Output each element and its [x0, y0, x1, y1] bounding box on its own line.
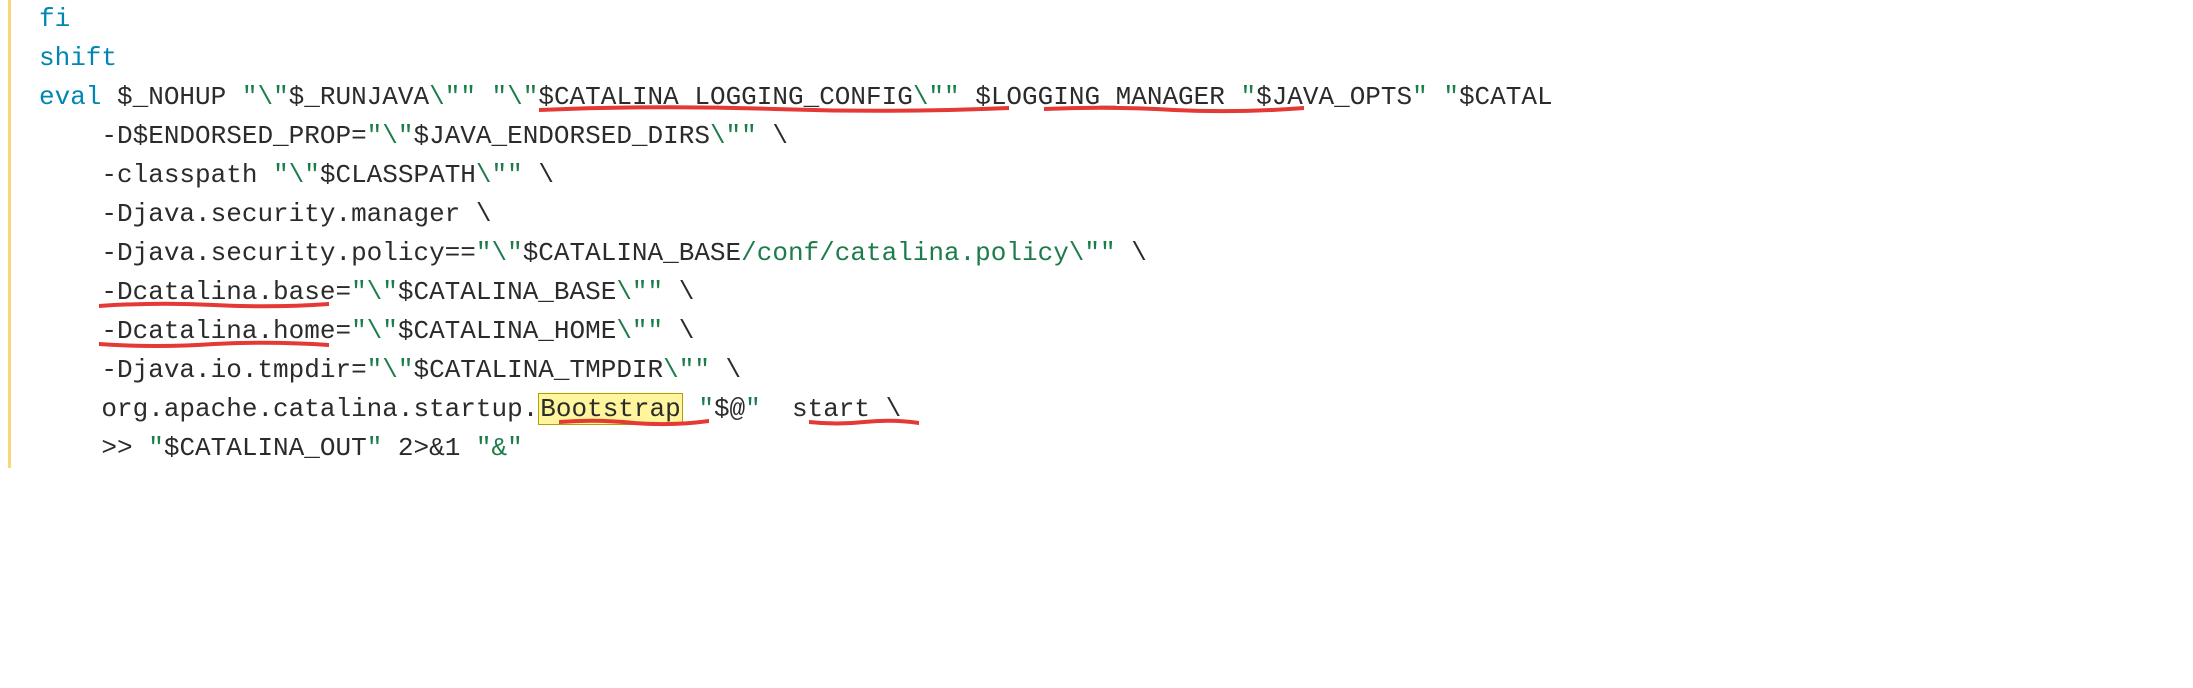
code-text: org.apache.catalina.startup. [101, 394, 538, 424]
code-quote: \"" [1069, 238, 1116, 268]
code-quote: "\" [351, 277, 398, 307]
code-backslash: \ [663, 277, 694, 307]
code-path: /conf/catalina.policy [741, 238, 1069, 268]
code-quote: "\" [242, 82, 289, 112]
code-backslash: \ [663, 316, 694, 346]
code-text: -D$ENDORSED_PROP= [101, 121, 366, 151]
keyword-shift: shift [39, 43, 117, 73]
code-indent [39, 355, 101, 385]
code-quote: " [683, 394, 714, 424]
code-indent [39, 199, 101, 229]
code-var: $@ [714, 394, 745, 424]
code-indent [39, 121, 101, 151]
code-var: $CATALINA_TMPDIR [413, 355, 663, 385]
code-quote: \"" [913, 82, 960, 112]
code-quote: " [1412, 82, 1443, 112]
code-text: >> [101, 433, 148, 463]
code-backslash: \ [1116, 238, 1147, 268]
code-text: -Djava.security.policy== [101, 238, 475, 268]
code-indent [39, 277, 101, 307]
code-quote: " [745, 394, 776, 424]
code-text: -Djava.io.tmpdir= [101, 355, 366, 385]
code-var: $_RUNJAVA [289, 82, 429, 112]
code-quote: \"" [429, 82, 491, 112]
code-quote: "\" [476, 238, 523, 268]
code-var: $CATAL [1459, 82, 1553, 112]
keyword-fi: fi [39, 4, 70, 34]
code-quote: " [1240, 82, 1256, 112]
code-text: start [776, 394, 885, 424]
code-var: $JAVA_OPTS [1256, 82, 1412, 112]
code-text: 2>&1 [382, 433, 476, 463]
code-text: -Dcatalina.base= [101, 277, 351, 307]
code-quote: "\" [492, 82, 539, 112]
code-quote: \"" [663, 355, 710, 385]
code-var: $CATALINA_BASE [398, 277, 616, 307]
code-quote: "\" [351, 316, 398, 346]
code-indent [39, 316, 101, 346]
code-indent [39, 238, 101, 268]
code-var: $CLASSPATH [320, 160, 476, 190]
code-backslash: \ [886, 394, 902, 424]
code-quote: " [148, 433, 164, 463]
code-var: $CATALINA_OUT [164, 433, 367, 463]
code-quote: " [1443, 82, 1459, 112]
code-backslash: \ [710, 355, 741, 385]
code-indent [39, 160, 101, 190]
code-var: $CATALINA_BASE [523, 238, 741, 268]
code-block: fi shift eval $_NOHUP "\"$_RUNJAVA\"" "\… [11, 0, 2193, 468]
code-container: fi shift eval $_NOHUP "\"$_RUNJAVA\"" "\… [8, 0, 2193, 468]
code-quote: \"" [710, 121, 757, 151]
code-backslash: \ [523, 160, 554, 190]
code-text: -classpath [101, 160, 273, 190]
code-quote: " [507, 433, 523, 463]
code-indent [39, 433, 101, 463]
code-indent [39, 394, 101, 424]
highlight-bootstrap: Bootstrap [538, 393, 682, 425]
code-text: -Dcatalina.home= [101, 316, 351, 346]
keyword-eval: eval [39, 82, 101, 112]
code-quote: "\" [367, 355, 414, 385]
code-quote: \"" [616, 316, 663, 346]
code-quote: " [367, 433, 383, 463]
code-var: $LOGGING_MANAGER [960, 82, 1241, 112]
code-quote: " [476, 433, 492, 463]
code-var: $CATALINA_HOME [398, 316, 616, 346]
code-backslash: \ [757, 121, 788, 151]
code-quote: "\" [273, 160, 320, 190]
code-text: $_NOHUP [101, 82, 241, 112]
code-text: -Djava.security.manager \ [101, 199, 491, 229]
code-var: $JAVA_ENDORSED_DIRS [413, 121, 709, 151]
code-var: $CATALINA_LOGGING_CONFIG [538, 82, 912, 112]
code-quote: \"" [616, 277, 663, 307]
code-quote: \"" [476, 160, 523, 190]
code-quote: "\" [367, 121, 414, 151]
code-text: & [492, 433, 508, 463]
